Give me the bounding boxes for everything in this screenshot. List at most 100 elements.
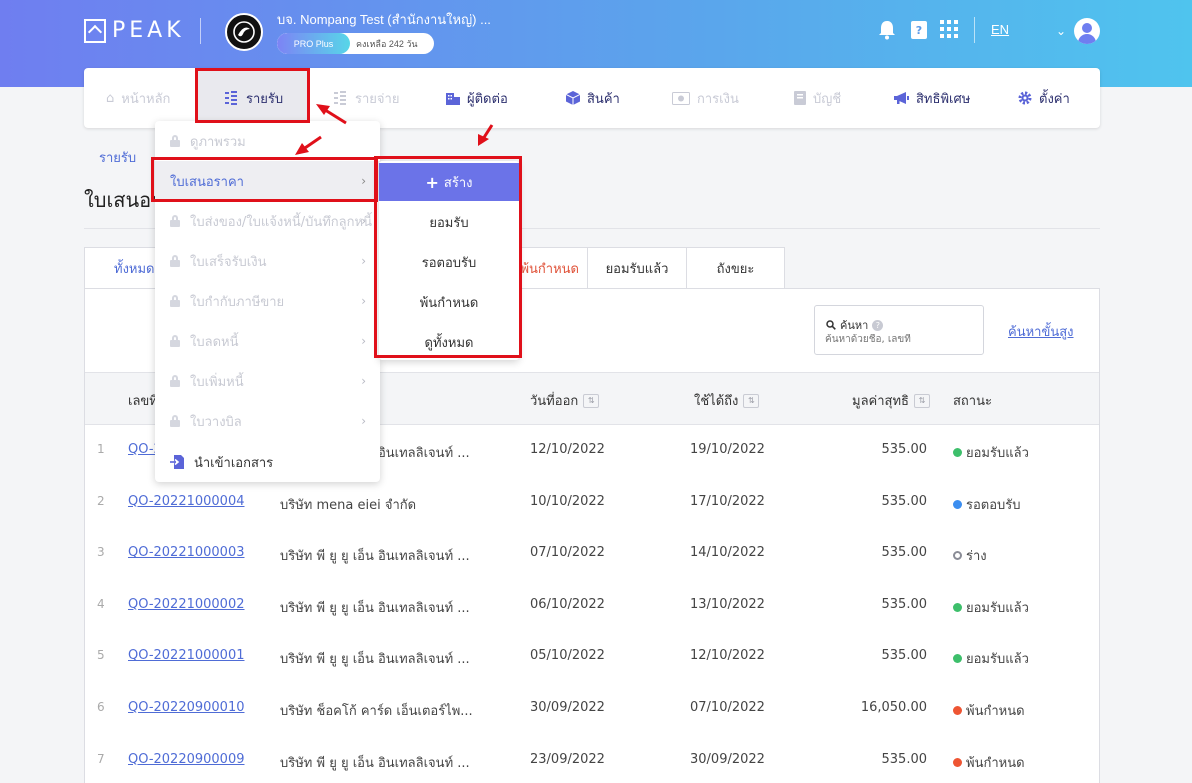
menu-item[interactable]: ใบลดหนี้ › <box>155 321 380 361</box>
status-badge: ยอมรับแล้ว <box>953 597 1029 618</box>
menu-item[interactable]: ใบเสนอราคา › <box>155 161 380 201</box>
menu-item[interactable]: ใบวางบิล › <box>155 401 380 441</box>
menu-item[interactable]: ใบเสร็จรับเงิน › <box>155 241 380 281</box>
sort-icon[interactable]: ⇅ <box>743 393 760 408</box>
help-icon[interactable]: ? <box>872 319 884 331</box>
status-badge: พ้นกำหนด <box>953 700 1025 721</box>
home-icon: ⌂ <box>106 90 115 106</box>
breadcrumb[interactable]: รายรับ <box>99 147 136 168</box>
bell-icon[interactable] <box>878 20 896 44</box>
customer-name: บริษัท พี ยู ยู เอ็น อินเทลลิเจนท์ ... <box>280 755 470 771</box>
company-logo-icon <box>233 21 255 43</box>
doc-number-link[interactable]: QO-20221000002 <box>128 597 245 612</box>
doc-number-link[interactable]: QO-20220900010 <box>128 700 245 715</box>
due-date: 17/10/2022 <box>690 493 765 509</box>
status-text: ยอมรับแล้ว <box>966 600 1029 616</box>
col-due-date-label: ใช้ได้ถึง <box>694 394 739 409</box>
nav-accounting[interactable]: บัญชี <box>794 68 841 128</box>
peak-logo[interactable]: PEAK <box>84 18 185 43</box>
language-switch[interactable]: EN <box>991 22 1009 37</box>
advanced-search-link[interactable]: ค้นหาขั้นสูง <box>1008 321 1074 342</box>
menu-item-label: ใบเสนอราคา <box>170 174 244 190</box>
chevron-down-icon[interactable]: ⌄ <box>1056 24 1066 38</box>
search-box[interactable]: ค้นหา ? <box>814 305 984 355</box>
net-amount: 535.00 <box>881 545 928 561</box>
doc-number-link[interactable]: QO-20221000003 <box>128 545 245 560</box>
plan-remaining: คงเหลือ 242 วัน <box>356 38 418 49</box>
col-due-date[interactable]: ใช้ได้ถึง ⇅ <box>694 390 760 411</box>
table-row[interactable]: 5 QO-20221000001 บริษัท พี ยู ยู เอ็น อินเ… <box>85 631 1099 683</box>
table-row[interactable]: 3 QO-20221000003 บริษัท พี ยู ยู เอ็น อินเ… <box>85 528 1099 580</box>
due-date: 14/10/2022 <box>690 545 765 561</box>
nav-products-label: สินค้า <box>587 91 620 107</box>
box-icon <box>566 91 580 105</box>
doc-number-link[interactable]: QO-20221000004 <box>128 494 245 509</box>
net-amount: 535.00 <box>881 442 928 457</box>
sort-icon[interactable]: ⇅ <box>583 393 600 408</box>
tab-approved[interactable]: ยอมรับแล้ว <box>587 247 687 289</box>
submenu-expired[interactable]: พ้นกำหนด <box>379 282 519 322</box>
col-net-amount[interactable]: มูลค่าสุทธิ ⇅ <box>852 390 930 411</box>
nav-settings[interactable]: ตั้งค่า <box>1018 68 1070 128</box>
apps-grid-icon[interactable] <box>940 20 958 42</box>
lock-icon <box>170 375 180 387</box>
nav-home[interactable]: ⌂ หน้าหลัก <box>106 68 170 128</box>
nav-income[interactable]: รายรับ <box>197 68 307 128</box>
status-dot-icon <box>953 551 962 561</box>
lock-icon <box>170 415 180 427</box>
tab-trash[interactable]: ถังขยะ <box>686 247 785 289</box>
issue-date: 12/10/2022 <box>530 442 605 457</box>
table-row[interactable]: 4 QO-20221000002 บริษัท พี ยู ยู เอ็น อินเ… <box>85 580 1099 632</box>
col-doc-no-label: เลขที่ <box>128 394 158 409</box>
submenu-accept[interactable]: ยอมรับ <box>379 202 519 242</box>
col-issue-date[interactable]: วันที่ออก ⇅ <box>530 390 600 411</box>
table-row[interactable]: 7 QO-20220900009 บริษัท พี ยู ยู เอ็น อินเ… <box>85 735 1099 783</box>
help-book-icon[interactable]: ? <box>910 20 928 44</box>
table-row[interactable]: 6 QO-20220900010 บริษัท ช็อคโก้ คาร์ด เอ็น… <box>85 683 1099 735</box>
menu-item-label: ใบส่งของ/ใบแจ้งหนี้/บันทึกลูกหนี้ <box>190 214 372 230</box>
arrow-annotation-icon <box>478 124 494 146</box>
submenu-view-all[interactable]: ดูทั้งหมด <box>379 322 519 362</box>
menu-item[interactable]: ใบส่งของ/ใบแจ้งหนี้/บันทึกลูกหนี้ › <box>155 201 380 241</box>
status-text: พ้นกำหนด <box>966 704 1025 719</box>
nav-income-label: รายรับ <box>246 91 284 107</box>
status-text: ยอมรับแล้ว <box>966 652 1029 668</box>
nav-privileges-label: สิทธิพิเศษ <box>916 91 971 107</box>
svg-text:?: ? <box>916 24 922 37</box>
due-date: 30/09/2022 <box>690 751 765 767</box>
status-text: พ้นกำหนด <box>966 755 1025 771</box>
net-amount: 535.00 <box>881 648 928 664</box>
customer-name: บริษัท ช็อคโก้ คาร์ด เอ็นเตอร์ไพ... <box>280 704 473 719</box>
doc-number-link[interactable]: QO-20220900009 <box>128 752 245 767</box>
submenu-pending[interactable]: รอตอบรับ <box>379 242 519 282</box>
nav-contacts[interactable]: ผู้ติดต่อ <box>446 68 508 128</box>
col-status: สถานะ <box>953 390 992 411</box>
nav-privileges[interactable]: สิทธิพิเศษ <box>894 68 970 128</box>
company-avatar[interactable] <box>225 13 263 51</box>
sort-icon[interactable]: ⇅ <box>913 393 930 408</box>
menu-item[interactable]: นำเข้าเอกสาร <box>155 442 380 482</box>
col-status-label: สถานะ <box>953 394 992 409</box>
issue-date: 07/10/2022 <box>530 545 605 561</box>
row-number: 6 <box>97 700 105 714</box>
nav-finance[interactable]: การเงิน <box>672 68 739 128</box>
row-number: 5 <box>97 648 105 663</box>
doc-number-link[interactable]: QO-20221000001 <box>128 648 245 663</box>
menu-item[interactable]: ใบกำกับภาษีขาย › <box>155 281 380 321</box>
search-label-text: ค้นหา <box>840 319 869 332</box>
create-quotation-button[interactable]: + สร้าง <box>379 163 519 201</box>
table-row[interactable]: 2 QO-20221000004 บริษัท mena eiei จำกัด 10/… <box>85 477 1099 529</box>
company-name[interactable]: บจ. Nompang Test (สำนักงานใหญ่) ... <box>277 9 491 30</box>
chevron-right-icon: › <box>361 254 366 268</box>
user-avatar[interactable] <box>1074 18 1100 44</box>
menu-item-label: ใบลดหนี้ <box>190 334 239 350</box>
status-dot-icon <box>953 706 962 715</box>
col-doc-no[interactable]: เลขที่ <box>128 390 158 411</box>
customer-name: บริษัท พี ยู ยู เอ็น อินเทลลิเจนท์ ... <box>280 600 470 616</box>
menu-item[interactable]: ใบเพิ่มหนี้ › <box>155 361 380 401</box>
nav-products[interactable]: สินค้า <box>566 68 620 128</box>
building-icon <box>446 91 460 105</box>
customer-name: บริษัท พี ยู ยู เอ็น อินเทลลิเจนท์ ... <box>280 652 470 668</box>
status-dot-icon <box>953 654 962 664</box>
search-input[interactable] <box>825 334 975 345</box>
